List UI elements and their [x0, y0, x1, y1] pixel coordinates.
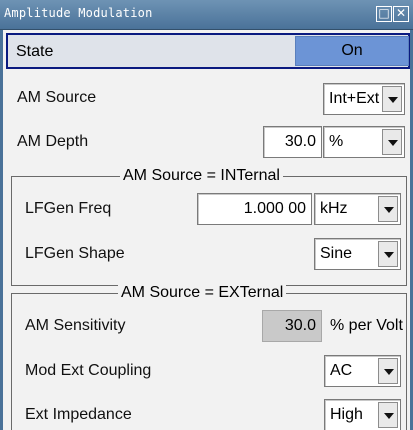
chevron-down-icon[interactable] [382, 86, 402, 112]
chevron-down-icon[interactable] [378, 358, 398, 384]
am-depth-label: AM Depth [17, 133, 89, 150]
am-sensitivity-label: AM Sensitivity [25, 317, 126, 334]
state-label: State [16, 43, 54, 60]
chevron-down-icon[interactable] [378, 241, 398, 267]
window-controls: □ ✕ [376, 6, 409, 22]
lfgen-shape-value: Sine [320, 245, 353, 262]
am-depth-input[interactable]: 30.0 [263, 126, 322, 158]
am-depth-unit-select[interactable]: % [323, 126, 405, 158]
am-source-label: AM Source [17, 89, 97, 106]
am-source-value: Int+Ext [329, 90, 380, 107]
lfgen-freq-unit-select[interactable]: kHz [314, 193, 401, 225]
close-icon[interactable]: ✕ [393, 6, 409, 22]
state-row: State On [6, 33, 410, 69]
dialog-body: State On AM Source Int+Ext AM Depth 30.0… [0, 30, 413, 430]
mod-ext-coupling-select[interactable]: AC [324, 355, 401, 387]
window-title: Amplitude Modulation [4, 6, 153, 20]
lfgen-freq-input[interactable]: 1.000 00 [197, 193, 312, 225]
am-depth-value: 30.0 [284, 133, 316, 150]
ext-impedance-select[interactable]: High [324, 399, 401, 430]
external-group-legend: AM Source = EXTernal [118, 284, 287, 302]
am-sensitivity-unit: % per Volt [330, 317, 403, 334]
lfgen-freq-value: 1.000 00 [243, 200, 306, 217]
internal-group-legend: AM Source = INTernal [120, 167, 283, 185]
am-depth-unit: % [329, 133, 344, 150]
mod-ext-coupling-label: Mod Ext Coupling [25, 362, 152, 379]
ext-impedance-label: Ext Impedance [25, 406, 132, 423]
chevron-down-icon[interactable] [382, 129, 402, 155]
am-sensitivity-readout: 30.0 [262, 310, 322, 342]
mod-ext-coupling-value: AC [330, 362, 353, 379]
chevron-down-icon[interactable] [378, 196, 398, 222]
external-source-group: AM Source = EXTernal AM Sensitivity 30.0… [11, 284, 407, 430]
am-source-select[interactable]: Int+Ext [323, 83, 405, 115]
am-sensitivity-value: 30.0 [284, 317, 316, 334]
internal-source-group: AM Source = INTernal LFGen Freq 1.000 00… [11, 167, 407, 286]
lfgen-freq-label: LFGen Freq [25, 200, 112, 217]
lfgen-shape-label: LFGen Shape [25, 245, 125, 262]
state-toggle-button[interactable]: On [295, 36, 409, 66]
ext-impedance-value: High [330, 406, 363, 423]
title-bar: Amplitude Modulation □ ✕ [0, 0, 413, 30]
lfgen-shape-select[interactable]: Sine [314, 238, 401, 270]
maximize-icon[interactable]: □ [376, 6, 392, 22]
lfgen-freq-unit: kHz [320, 200, 348, 217]
chevron-down-icon[interactable] [378, 402, 398, 428]
